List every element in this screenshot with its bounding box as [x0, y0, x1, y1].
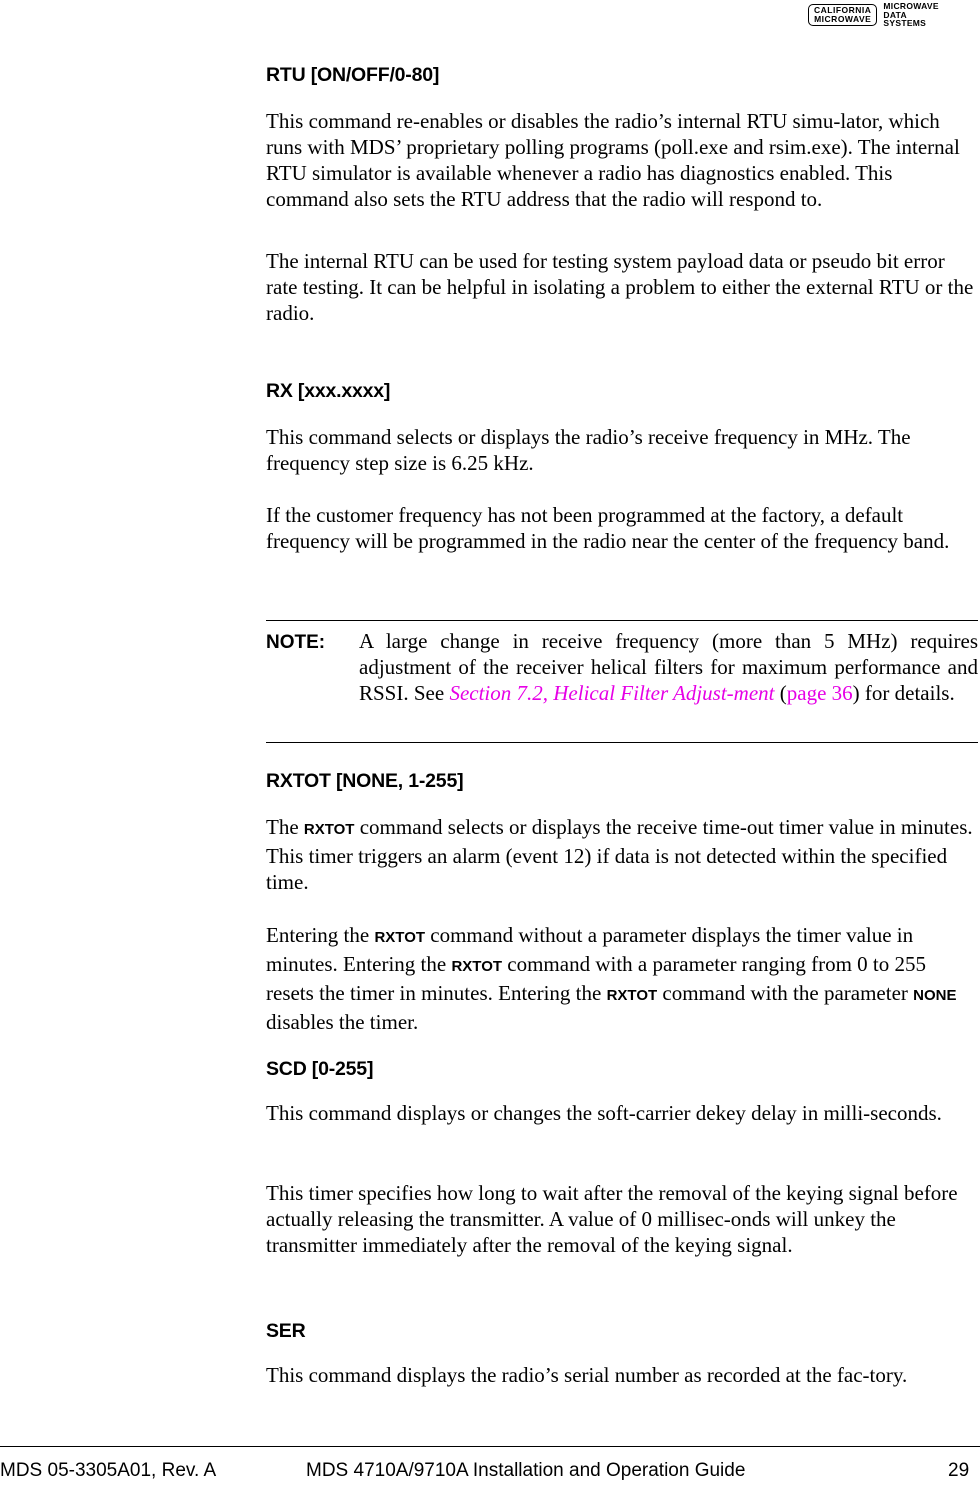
ser-paragraph-1: This command displays the radio’s serial… — [266, 1363, 908, 1387]
rxtot-paragraph-1: The RXTOT command selects or displays th… — [266, 814, 978, 895]
command-keyword: RXTOT — [451, 958, 503, 975]
page-number: 29 — [948, 1460, 970, 1481]
section-heading-rxtot: RXTOT [NONE, 1-255] — [266, 770, 464, 792]
company-logo: CALIFORNIA MICROWAVE MICROWAVE DATA SYST… — [808, 2, 939, 28]
rx-paragraph-1: This command selects or displays the rad… — [266, 425, 911, 475]
note-bottom-rule — [266, 742, 978, 743]
logo-text-line3: SYSTEMS — [883, 18, 927, 28]
rx-paragraph-2: If the customer frequency has not been p… — [266, 503, 950, 553]
section-heading-rx: RX [xxx.xxxx] — [266, 380, 391, 402]
section-heading-scd: SCD [0-255] — [266, 1058, 374, 1080]
microwave-data-systems-logo: MICROWAVE DATA SYSTEMS — [883, 2, 938, 28]
section-heading-rtu: RTU [ON/OFF/0-80] — [266, 64, 440, 86]
command-keyword: RXTOT — [374, 929, 426, 946]
scd-paragraph-2: This timer specifies how long to wait af… — [266, 1181, 958, 1257]
rxtot-p1-text-b: command selects or displays the receive … — [266, 815, 973, 894]
california-microwave-logo: CALIFORNIA MICROWAVE — [808, 3, 878, 26]
footer-rule — [0, 1446, 980, 1447]
section-7-2-link[interactable]: Section 7.2, Helical Filter Adjust-ment — [449, 681, 774, 705]
parameter-keyword: NONE — [913, 987, 957, 1004]
rxtot-p2-text-e: disables the timer. — [266, 1010, 419, 1034]
note-label: NOTE: — [266, 632, 326, 653]
note-text-mid: ( — [774, 681, 787, 705]
rxtot-p2-text-a: Entering the — [266, 923, 375, 947]
page-36-link[interactable]: page 36 — [787, 681, 853, 705]
footer-guide-title: MDS 4710A/9710A Installation and Operati… — [306, 1460, 746, 1481]
note-text: A large change in receive frequency (mor… — [359, 628, 978, 706]
rtu-paragraph-1: This command re-enables or disables the … — [266, 109, 960, 211]
command-keyword: RXTOT — [303, 821, 355, 838]
rxtot-paragraph-2: Entering the RXTOT command without a par… — [266, 922, 966, 1035]
rtu-paragraph-2: The internal RTU can be used for testing… — [266, 249, 974, 325]
footer-doc-number: MDS 05-3305A01, Rev. A — [0, 1460, 217, 1481]
scd-paragraph-1: This command displays or changes the sof… — [266, 1101, 942, 1125]
rxtot-p1-text-a: The — [266, 815, 304, 839]
note-text-after: ) for details. — [852, 681, 955, 705]
section-heading-ser: SER — [266, 1320, 306, 1342]
rxtot-p2-text-d: command with the parameter — [657, 981, 914, 1005]
note-top-rule — [266, 620, 978, 621]
logo-box-line2: MICROWAVE — [814, 13, 872, 24]
command-keyword: RXTOT — [606, 987, 658, 1004]
